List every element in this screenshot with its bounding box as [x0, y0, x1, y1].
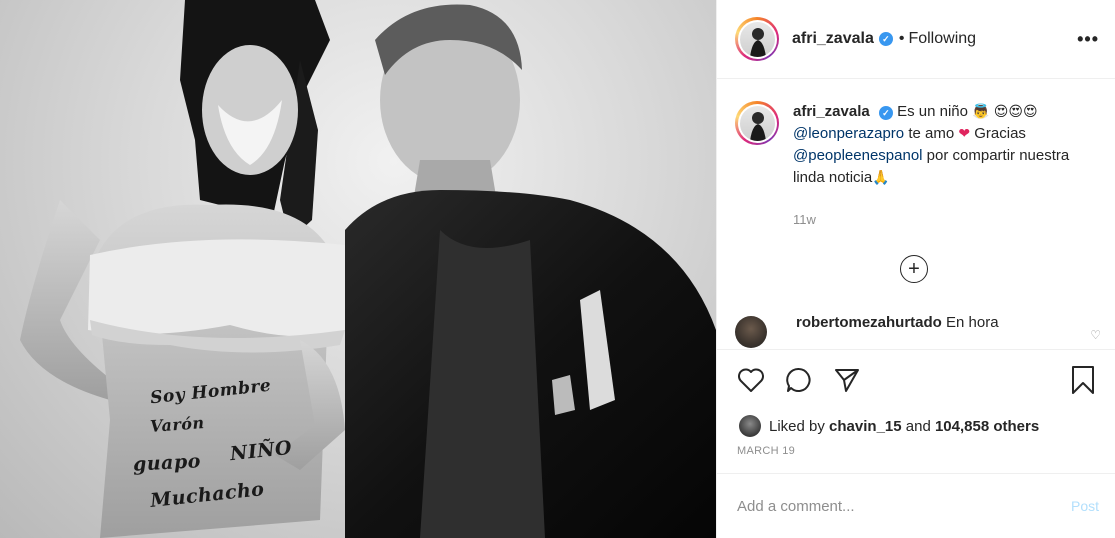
post-photo[interactable]: Soy Hombre Varón guapo NIÑO Muchacho — [0, 0, 716, 538]
paper-plane-icon[interactable] — [831, 364, 863, 396]
likes-text: Liked by chavin_15 and 104,858 others — [769, 418, 1039, 435]
likes-prefix: Liked by — [769, 417, 825, 435]
red-heart-emoji-icon: ❤ — [958, 126, 971, 142]
add-comment-bar: Post — [717, 473, 1115, 538]
load-more-comments-button[interactable]: + — [900, 255, 928, 283]
likes-and: and — [905, 417, 931, 435]
post-side-panel: afri_zavala ✓ • Following ••• afri_zaval… — [716, 0, 1115, 538]
praying-hands-emoji-icon: 🙏 — [872, 170, 890, 186]
comment-item: robertomezahurtado En hora ♡ — [735, 314, 1105, 348]
likes-count-others[interactable]: 104,858 others — [935, 418, 1039, 435]
caption-text-2: te amo — [908, 125, 955, 142]
caption-text: afri_zavala ✓ Es un niño 👼 😍😍😍 @leonpera… — [793, 101, 1073, 231]
commenter-avatar[interactable] — [735, 316, 767, 348]
comment-username[interactable]: robertomezahurtado — [796, 314, 942, 331]
following-button[interactable]: Following — [908, 30, 976, 48]
photo-illustration — [20, 0, 716, 538]
angel-emoji-icon: 👼 — [972, 104, 990, 120]
verified-badge-icon: ✓ — [878, 106, 893, 120]
mention-peopleenespanol[interactable]: @peopleenespanol — [793, 147, 923, 164]
action-bar — [717, 349, 1115, 409]
verified-badge-icon: ✓ — [878, 32, 893, 46]
more-options-icon[interactable]: ••• — [1077, 29, 1099, 50]
bookmark-icon[interactable] — [1067, 364, 1099, 396]
caption-username[interactable]: afri_zavala — [793, 103, 870, 120]
comment-text: robertomezahurtado En hora — [796, 312, 999, 334]
author-avatar-image — [739, 21, 775, 57]
caption-text-3: Gracias — [974, 125, 1026, 142]
liker-username[interactable]: chavin_15 — [829, 418, 902, 435]
author-username[interactable]: afri_zavala — [792, 30, 874, 48]
author-avatar[interactable] — [735, 17, 779, 61]
heart-icon[interactable] — [735, 364, 767, 396]
heart-eyes-emoji-icon: 😍😍😍 — [993, 104, 1038, 120]
liker-avatar[interactable] — [739, 415, 761, 437]
post-header: afri_zavala ✓ • Following ••• — [717, 0, 1115, 79]
likes-summary: Liked by chavin_15 and 104,858 others — [717, 413, 1115, 439]
caption: afri_zavala ✓ Es un niño 👼 😍😍😍 @leonpera… — [735, 101, 1099, 231]
comment-body: En hora — [946, 314, 999, 331]
caption-time-ago[interactable]: 11w — [793, 209, 1073, 231]
comment-input[interactable] — [737, 497, 1071, 515]
caption-avatar[interactable] — [735, 101, 779, 145]
header-separator: • — [898, 30, 905, 47]
caption-avatar-image — [739, 105, 775, 141]
comments-section: afri_zavala ✓ Es un niño 👼 😍😍😍 @leonpera… — [717, 79, 1115, 349]
belly-text-guapo: guapo — [132, 450, 202, 476]
comment-like-heart-icon[interactable]: ♡ — [1090, 328, 1101, 342]
belly-text-varon: Varón — [149, 413, 206, 436]
instagram-post: Soy Hombre Varón guapo NIÑO Muchacho afr… — [0, 0, 1115, 538]
post-comment-button[interactable]: Post — [1071, 498, 1099, 514]
caption-text-1: Es un niño — [897, 103, 968, 120]
comment-bubble-icon[interactable] — [783, 364, 815, 396]
mention-leonperazapro[interactable]: @leonperazapro — [793, 125, 904, 142]
post-date[interactable]: MARCH 19 — [717, 445, 1115, 457]
